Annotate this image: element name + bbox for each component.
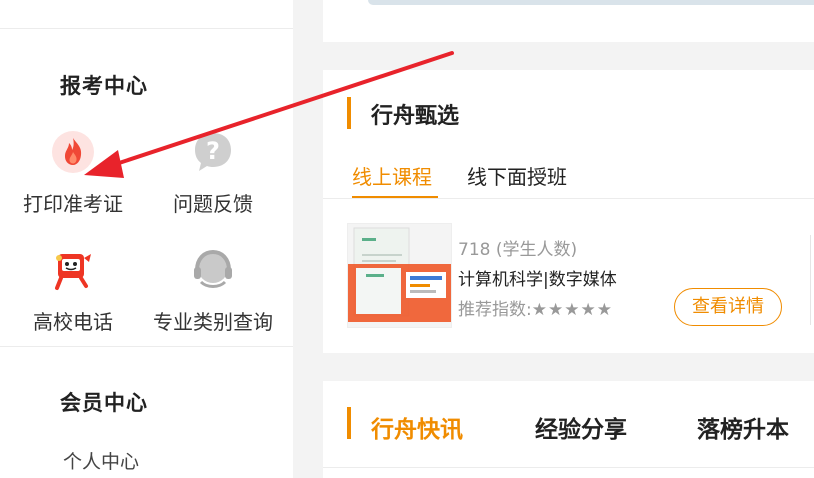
sidebar-item-university-phone[interactable]: 高校电话	[0, 248, 146, 338]
selection-section: 行舟甄选 线上课程 线下面授班 718 (学生人数) 计算机科学|数字媒体 推荐…	[323, 70, 814, 353]
tab-online-courses[interactable]: 线上课程	[352, 161, 432, 190]
divider	[0, 346, 293, 347]
course-name[interactable]: 计算机科学|数字媒体	[458, 265, 617, 290]
svg-text:?: ?	[206, 137, 220, 165]
member-center-title: 会员中心	[60, 391, 148, 415]
banner-card	[323, 0, 814, 42]
course-cover-image[interactable]	[347, 223, 452, 328]
tab-experience-sharing[interactable]: 经验分享	[535, 410, 627, 444]
tab-offline-classes[interactable]: 线下面授班	[467, 161, 567, 190]
news-section: 行舟快讯 经验分享 落榜升本	[323, 381, 814, 478]
view-details-button[interactable]: 查看详情	[674, 288, 782, 326]
section-accent-bar	[347, 97, 351, 129]
student-count: 718 (学生人数)	[458, 240, 578, 260]
question-bubble-icon: ?	[191, 130, 235, 174]
flame-icon	[51, 130, 95, 174]
recommendation-rating: 推荐指数:★★★★★	[458, 295, 613, 320]
divider	[0, 28, 293, 29]
divider	[323, 467, 814, 468]
next-course-card-edge	[810, 235, 814, 325]
sidebar-item-label: 打印准考证	[23, 192, 123, 216]
banner-image[interactable]	[368, 0, 814, 5]
section-title: 行舟甄选	[371, 104, 460, 129]
tab-xingzhou-news[interactable]: 行舟快讯	[371, 410, 463, 444]
exam-center-title: 报考中心	[60, 74, 148, 98]
mascot-phone-icon	[51, 248, 95, 292]
sidebar-item-major-query[interactable]: 专业类别查询	[140, 248, 286, 338]
sidebar-item-print-ticket[interactable]: 打印准考证	[0, 130, 146, 220]
section-accent-bar	[347, 407, 351, 439]
sidebar: 报考中心 打印准考证 ? 问题反馈 高校电话 专业类别查询 会员中心 个人中心	[0, 0, 293, 478]
star-rating-icon: ★★★★★	[531, 300, 613, 320]
divider	[323, 198, 814, 199]
rating-label: 推荐指数:	[458, 300, 532, 320]
headset-icon	[191, 248, 235, 292]
sidebar-item-label: 问题反馈	[173, 192, 253, 216]
sidebar-item-label: 高校电话	[33, 310, 113, 334]
tab-upgrade-after-failing[interactable]: 落榜升本	[697, 410, 789, 444]
sidebar-item-feedback[interactable]: ? 问题反馈	[140, 130, 286, 220]
personal-center-link[interactable]: 个人中心	[63, 447, 139, 474]
sidebar-item-label: 专业类别查询	[153, 310, 273, 334]
